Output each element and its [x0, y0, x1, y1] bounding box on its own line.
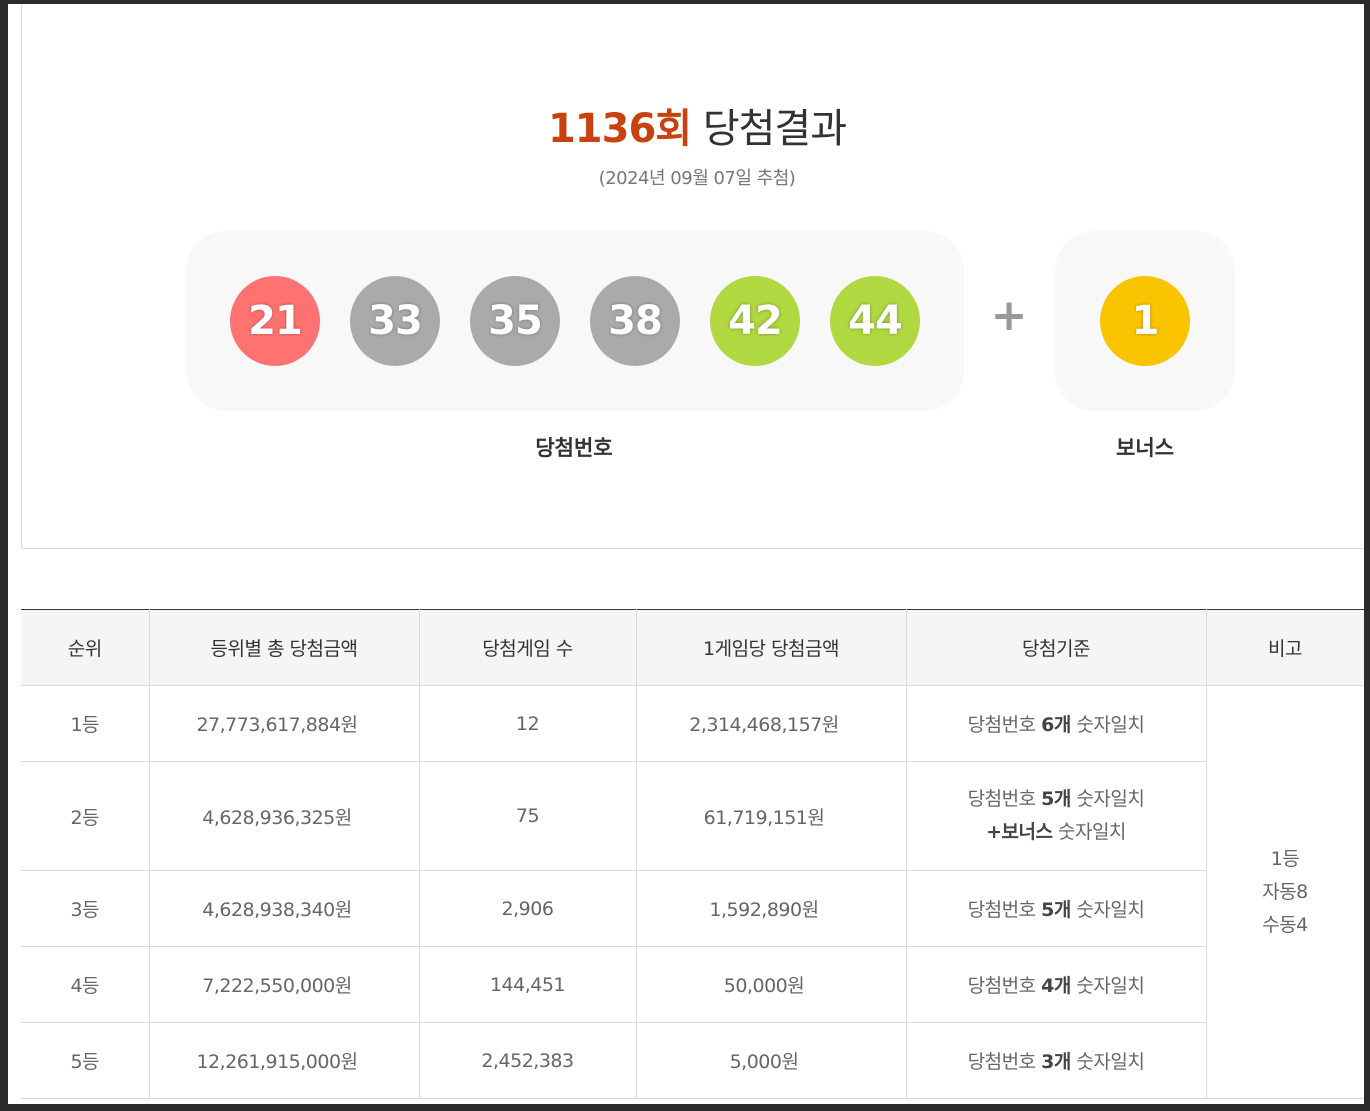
prize-per-game-cell: 2,314,468,157원 [635, 685, 907, 762]
criteria-cell: 당첨번호 3개 숫자일치 [905, 1022, 1207, 1099]
criteria-count: 5개 [1041, 899, 1071, 921]
winning-numbers-panel: 21 33 35 38 42 44 [186, 231, 964, 411]
criteria-count: 4개 [1041, 975, 1071, 997]
winning-ball-6: 44 [830, 276, 920, 366]
plus-icon: + [990, 290, 1028, 341]
criteria-text: 당첨번호 [967, 899, 1042, 921]
table-row: 4등 7,222,550,000원 144,451 50,000원 당첨번호 4… [21, 946, 1364, 1023]
page-title: 1136회 당첨결과 [22, 96, 1364, 154]
criteria-text: 숫자일치 [1052, 821, 1126, 843]
criteria-text: 당첨번호 [967, 788, 1042, 810]
winner-count-cell: 12 [418, 685, 637, 762]
rank-cell: 4등 [21, 946, 150, 1023]
prize-per-game-cell: 61,719,151원 [635, 761, 907, 871]
rank-cell: 1등 [21, 685, 150, 762]
note-cell: 1등 자동8 수동4 [1205, 685, 1364, 1099]
header-criteria: 당첨기준 [905, 609, 1207, 686]
criteria-text: 당첨번호 [967, 714, 1042, 736]
draw-date: (2024년 09월 07일 추첨) [598, 168, 796, 189]
winner-count-cell: 75 [418, 761, 637, 871]
winning-ball-5: 42 [710, 276, 800, 366]
criteria-text: 숫자일치 [1070, 714, 1145, 736]
criteria-cell: 당첨번호 5개 숫자일치 [905, 870, 1207, 947]
header-note: 비고 [1205, 609, 1364, 686]
criteria-bonus: +보너스 [986, 821, 1053, 843]
bonus-ball: 1 [1100, 276, 1190, 366]
table-row: 1등 27,773,617,884원 12 2,314,468,157원 당첨번… [21, 685, 1364, 1099]
table-row: 2등 4,628,936,325원 75 61,719,151원 당첨번호 5개… [21, 761, 1364, 871]
winner-count-cell: 2,906 [418, 870, 637, 947]
table-header-row: 순위 등위별 총 당첨금액 당첨게임 수 1게임당 당첨금액 당첨기준 비고 [21, 609, 1364, 686]
total-prize-cell: 4,628,936,325원 [148, 761, 420, 871]
prize-per-game-cell: 5,000원 [635, 1022, 907, 1099]
criteria-text: 숫자일치 [1070, 899, 1145, 921]
criteria-cell: 당첨번호 6개 숫자일치 [905, 685, 1207, 762]
criteria-text: 당첨번호 [967, 1051, 1042, 1073]
winning-ball-1: 21 [230, 276, 320, 366]
criteria-count: 6개 [1041, 714, 1071, 736]
bonus-label: 보너스 [1116, 436, 1174, 460]
winning-numbers-label: 당첨번호 [535, 436, 613, 460]
criteria-text: 당첨번호 [967, 975, 1042, 997]
total-prize-cell: 27,773,617,884원 [148, 685, 420, 762]
criteria-text: 숫자일치 [1070, 975, 1145, 997]
prize-per-game-cell: 1,592,890원 [635, 870, 907, 947]
criteria-count: 3개 [1041, 1051, 1071, 1073]
draw-result-panel: 1136회 당첨결과 (2024년 09월 07일 추첨) 21 33 35 3… [21, 4, 1364, 549]
criteria-count: 5개 [1041, 788, 1071, 810]
criteria-text: 숫자일치 [1070, 1051, 1145, 1073]
criteria-cell: 당첨번호 4개 숫자일치 [905, 946, 1207, 1023]
rank-cell: 2등 [21, 761, 150, 871]
winning-ball-3: 35 [470, 276, 560, 366]
note-line: 수동4 [1262, 913, 1308, 936]
total-prize-cell: 12,261,915,000원 [148, 1022, 420, 1099]
prize-per-game-cell: 50,000원 [635, 946, 907, 1023]
rank-cell: 3등 [21, 870, 150, 947]
criteria-text: 숫자일치 [1070, 788, 1145, 810]
winning-ball-4: 38 [590, 276, 680, 366]
page-frame: 1136회 당첨결과 (2024년 09월 07일 추첨) 21 33 35 3… [8, 4, 1364, 1104]
title-suffix: 당첨결과 [702, 106, 847, 152]
header-total-prize: 등위별 총 당첨금액 [148, 609, 420, 686]
winner-count-cell: 2,452,383 [418, 1022, 637, 1099]
header-prize-per-game: 1게임당 당첨금액 [635, 609, 907, 686]
header-winner-count: 당첨게임 수 [418, 609, 637, 686]
header-rank: 순위 [21, 609, 150, 686]
note-line: 1등 [1270, 847, 1300, 870]
total-prize-cell: 7,222,550,000원 [148, 946, 420, 1023]
bonus-number-panel: 1 [1055, 231, 1235, 411]
winning-ball-2: 33 [350, 276, 440, 366]
prize-table: 순위 등위별 총 당첨금액 당첨게임 수 1게임당 당첨금액 당첨기준 비고 1… [21, 609, 1364, 1099]
rank-cell: 5등 [21, 1022, 150, 1099]
note-line: 자동8 [1262, 880, 1308, 903]
table-row: 5등 12,261,915,000원 2,452,383 5,000원 당첨번호… [21, 1022, 1364, 1099]
winner-count-cell: 144,451 [418, 946, 637, 1023]
table-row: 3등 4,628,938,340원 2,906 1,592,890원 당첨번호 … [21, 870, 1364, 947]
total-prize-cell: 4,628,938,340원 [148, 870, 420, 947]
criteria-cell: 당첨번호 5개 숫자일치 +보너스 숫자일치 [905, 761, 1207, 871]
round-number: 1136회 [547, 106, 692, 152]
